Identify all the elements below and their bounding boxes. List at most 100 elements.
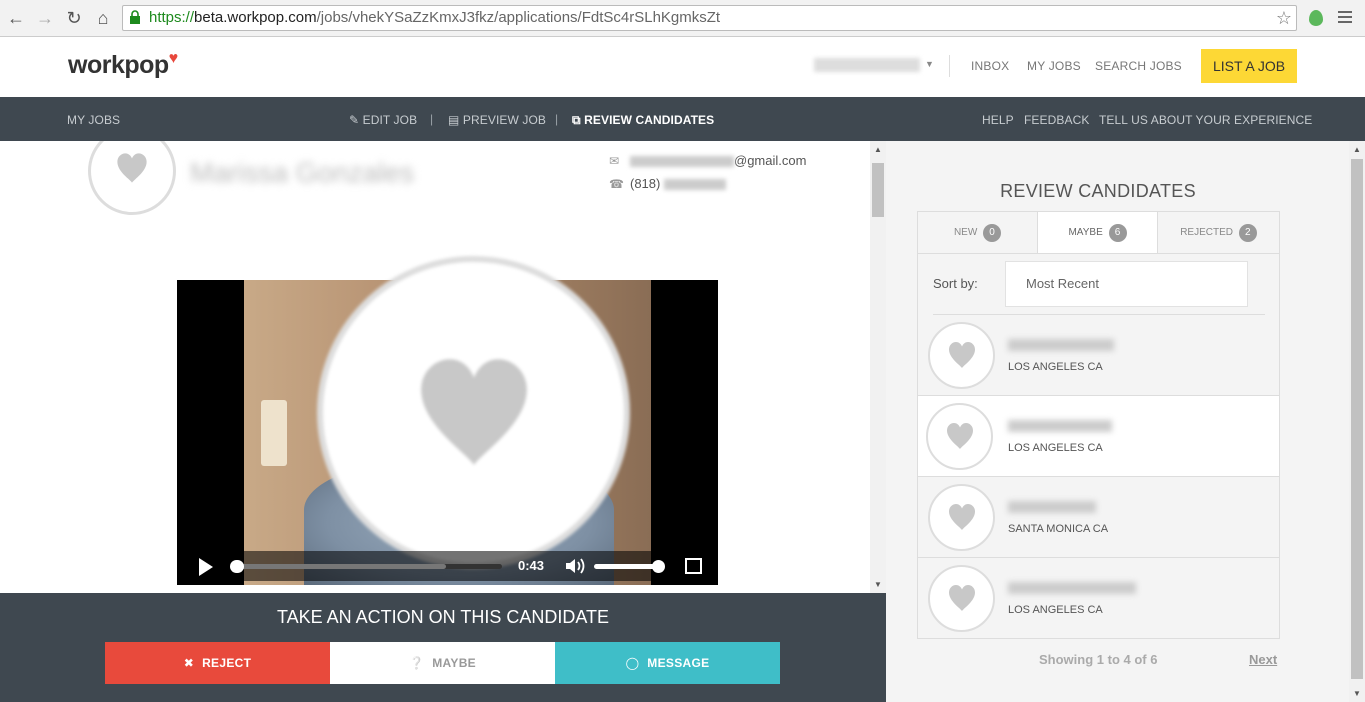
page-scrollbar[interactable]: ▲ ▼ — [1349, 141, 1365, 702]
account-name[interactable] — [814, 58, 920, 72]
sort-select[interactable]: Most Recent — [1005, 261, 1248, 307]
heart-icon — [946, 501, 978, 533]
extension-icon[interactable] — [1309, 10, 1323, 26]
tab-maybe-count: 6 — [1108, 224, 1127, 242]
help-link[interactable]: HELP — [982, 113, 1014, 127]
scroll-up-icon[interactable]: ▲ — [874, 145, 882, 154]
lock-icon — [130, 10, 140, 24]
logo-text: workpop — [68, 51, 169, 79]
video-background-switch — [261, 400, 287, 466]
scrollbar-thumb[interactable] — [872, 163, 884, 217]
scrollbar-thumb[interactable] — [1351, 159, 1363, 679]
message-button[interactable]: ◯ MESSAGE — [555, 642, 780, 684]
workpop-logo[interactable]: workpop♥ — [68, 50, 178, 80]
heart-icon — [944, 420, 976, 452]
home-icon[interactable]: ⌂ — [93, 8, 113, 28]
candidate-video-player[interactable]: 0:43 — [177, 256, 718, 585]
list-item[interactable]: SANTA MONICA CA — [918, 477, 1279, 558]
url-host: beta.workpop.com — [194, 9, 317, 26]
volume-icon[interactable] — [564, 556, 588, 576]
review-title: REVIEW CANDIDATES — [1000, 181, 1196, 201]
tab-rejected-label: REJECTED — [1180, 227, 1233, 238]
reject-button[interactable]: ✖ REJECT — [105, 642, 330, 684]
list-a-job-button[interactable]: LIST A JOB — [1201, 49, 1297, 83]
tab-rejected[interactable]: REJECTED 2 — [1158, 212, 1279, 253]
list-item[interactable]: LOS ANGELES CA — [918, 315, 1279, 396]
candidate-list-name — [1008, 501, 1096, 513]
document-icon: ▤ — [448, 113, 460, 127]
chat-icon: ◯ — [625, 656, 640, 670]
heart-icon — [946, 582, 978, 614]
volume-handle[interactable] — [652, 560, 665, 573]
chevron-down-icon[interactable]: ▼ — [925, 59, 934, 69]
scroll-up-icon[interactable]: ▲ — [1353, 145, 1361, 154]
candidate-action-bar: TAKE AN ACTION ON THIS CANDIDATE ✖ REJECT… — [0, 593, 886, 702]
subnav-separator: | — [555, 112, 559, 126]
review-tabs: NEW 0 MAYBE 6 REJECTED 2 — [917, 211, 1280, 254]
tab-rejected-count: 2 — [1238, 224, 1257, 242]
phone-prefix: (818) — [630, 176, 661, 191]
volume-slider[interactable] — [594, 560, 665, 573]
sort-label: Sort by: — [933, 276, 978, 291]
question-icon: ❔ — [409, 656, 425, 670]
tell-us-link[interactable]: TELL US ABOUT YOUR EXPERIENCE — [1099, 113, 1312, 127]
my-jobs-link[interactable]: MY JOBS — [1027, 59, 1081, 73]
message-label: MESSAGE — [647, 656, 710, 670]
tab-new[interactable]: NEW 0 — [918, 212, 1038, 253]
maybe-label: MAYBE — [432, 656, 476, 670]
url-scheme: https:// — [149, 9, 195, 26]
video-time: 0:43 — [518, 558, 545, 573]
candidate-pane-scrollbar[interactable]: ▲ ▼ — [870, 141, 886, 593]
site-header: workpop♥ ▼ INBOX MY JOBS SEARCH JOBS LIS… — [0, 37, 1365, 97]
candidate-location: LOS ANGELES CA — [1008, 442, 1103, 454]
subnav-edit-job[interactable]: ✎ EDIT JOB — [349, 113, 417, 127]
candidate-avatar — [88, 141, 176, 215]
tab-maybe-label: MAYBE — [1068, 227, 1103, 238]
candidate-avatar — [928, 484, 995, 551]
envelope-icon: ✉ — [609, 154, 620, 168]
candidate-location: SANTA MONICA CA — [1008, 523, 1109, 535]
candidate-avatar — [926, 403, 993, 470]
candidate-email[interactable]: @gmail.com — [630, 153, 806, 168]
candidate-phone: (818) — [630, 176, 726, 191]
scroll-down-icon[interactable]: ▼ — [1353, 689, 1361, 698]
heart-icon — [114, 150, 150, 186]
review-candidates-label: REVIEW CANDIDATES — [584, 113, 715, 127]
list-item[interactable]: LOS ANGELES CA — [918, 558, 1279, 639]
back-icon[interactable]: ← — [6, 8, 26, 28]
video-buffered — [234, 564, 446, 569]
candidate-list: Sort by: Most Recent LOS ANGELES CA LOS … — [917, 254, 1280, 639]
maybe-button[interactable]: ❔ MAYBE — [330, 642, 555, 684]
feedback-link[interactable]: FEEDBACK — [1024, 113, 1089, 127]
tab-new-label: NEW — [953, 227, 978, 238]
play-icon[interactable] — [199, 558, 213, 576]
header-divider — [949, 55, 950, 77]
address-bar[interactable]: https://beta.workpop.com/jobs/vhekYSaZzK… — [122, 5, 1297, 31]
edit-job-label: EDIT JOB — [362, 113, 418, 127]
forward-icon[interactable]: → — [35, 8, 55, 28]
reject-label: REJECT — [202, 656, 252, 670]
subnav-separator: | — [430, 112, 434, 126]
next-page-link[interactable]: Next — [1249, 652, 1277, 667]
bookmark-star-icon[interactable]: ☆ — [1276, 6, 1292, 30]
browser-menu-icon[interactable] — [1338, 11, 1352, 26]
video-seek-handle[interactable] — [230, 560, 244, 573]
video-avatar-overlay — [317, 256, 630, 569]
fullscreen-icon[interactable] — [685, 558, 702, 574]
subnav-my-jobs[interactable]: MY JOBS — [67, 113, 120, 127]
scroll-down-icon[interactable]: ▼ — [874, 580, 882, 589]
edit-icon: ✎ — [349, 113, 360, 127]
search-jobs-link[interactable]: SEARCH JOBS — [1095, 59, 1182, 73]
subnav-preview-job[interactable]: ▤ PREVIEW JOB — [448, 113, 546, 127]
preview-job-label: PREVIEW JOB — [462, 113, 547, 127]
video-seek-bar[interactable] — [230, 560, 502, 573]
close-icon: ✖ — [183, 656, 195, 670]
list-item[interactable]: LOS ANGELES CA — [918, 396, 1279, 477]
job-subnav: MY JOBS ✎ EDIT JOB | ▤ PREVIEW JOB | ⧉ R… — [0, 97, 1365, 141]
candidate-avatar — [928, 565, 995, 632]
candidate-location: LOS ANGELES CA — [1008, 361, 1103, 373]
inbox-link[interactable]: INBOX — [971, 59, 1009, 73]
reload-icon[interactable]: ↻ — [64, 8, 84, 28]
tab-maybe[interactable]: MAYBE 6 — [1038, 212, 1158, 253]
subnav-review-candidates[interactable]: ⧉ REVIEW CANDIDATES — [572, 113, 714, 128]
